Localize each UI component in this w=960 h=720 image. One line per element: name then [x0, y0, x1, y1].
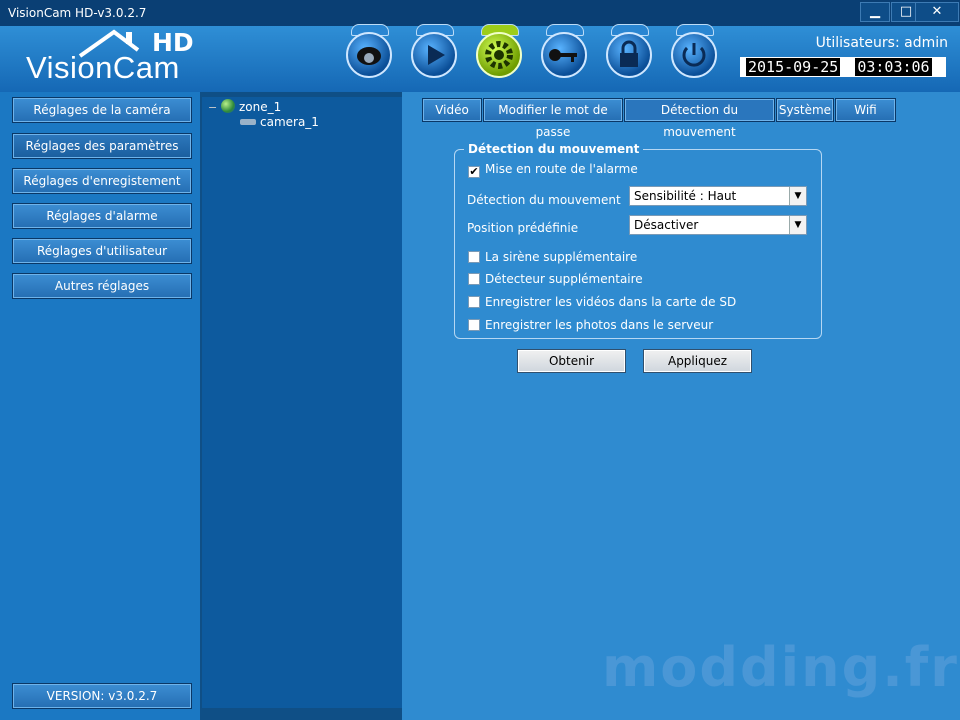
- tab-motion-detection[interactable]: Détection du mouvement: [624, 98, 775, 139]
- zone-label: zone_1: [239, 100, 282, 114]
- sidebar-item-user[interactable]: Réglages d'utilisateur: [12, 238, 192, 264]
- key-icon[interactable]: [537, 24, 591, 82]
- tab-video[interactable]: Vidéo: [422, 98, 482, 122]
- tree-camera[interactable]: camera_1: [240, 115, 319, 129]
- siren-label: La sirène supplémentaire: [485, 250, 638, 264]
- tab-password[interactable]: Modifier le mot de passe: [483, 98, 623, 139]
- close-button[interactable]: ✕: [915, 2, 959, 22]
- sensitivity-select[interactable]: Sensibilité : Haut ▼: [629, 186, 807, 206]
- apply-button[interactable]: Appliquez: [643, 349, 752, 373]
- sd-video-label: Enregistrer les vidéos dans la carte de …: [485, 295, 737, 309]
- tab-wifi[interactable]: Wifi: [835, 98, 896, 122]
- detector-checkbox[interactable]: [468, 273, 480, 285]
- lock-icon[interactable]: [602, 24, 656, 82]
- server-photo-checkbox[interactable]: [468, 319, 480, 331]
- detector-label: Détecteur supplémentaire: [485, 272, 643, 286]
- camera-small-icon: [240, 119, 256, 125]
- chevron-down-icon[interactable]: ▼: [789, 187, 806, 205]
- chevron-down-icon[interactable]: ▼: [789, 216, 806, 234]
- title-bar: VisionCam HD-v3.0.2.7 ▁ □ ✕: [0, 0, 960, 27]
- detection-label: Détection du mouvement: [467, 193, 621, 207]
- tab-system[interactable]: Système: [776, 98, 834, 122]
- camera-icon[interactable]: [342, 24, 396, 82]
- watermark: modding.fr: [602, 636, 959, 699]
- detector-row[interactable]: Détecteur supplémentaire: [468, 272, 643, 286]
- sidebar-item-other[interactable]: Autres réglages: [12, 273, 192, 299]
- sd-video-row[interactable]: Enregistrer les vidéos dans la carte de …: [468, 295, 736, 309]
- date-value: 2015-09-25: [746, 58, 841, 76]
- window-title: VisionCam HD-v3.0.2.7: [8, 6, 147, 20]
- enable-alarm-checkbox[interactable]: ✔: [468, 166, 480, 178]
- gear-icon[interactable]: [472, 24, 526, 82]
- logo: VisionCam HD: [26, 28, 206, 86]
- globe-icon: [221, 99, 235, 113]
- play-icon[interactable]: [407, 24, 461, 82]
- siren-checkbox[interactable]: [468, 251, 480, 263]
- user-label: Utilisateurs: admin: [815, 35, 948, 51]
- siren-row[interactable]: La sirène supplémentaire: [468, 250, 637, 264]
- camera-label: camera_1: [260, 115, 319, 129]
- tree-zone[interactable]: − zone_1: [208, 99, 281, 114]
- preset-select[interactable]: Désactiver ▼: [629, 215, 807, 235]
- enable-alarm-label: Mise en route de l'alarme: [485, 162, 638, 176]
- server-photo-label: Enregistrer les photos dans le serveur: [485, 318, 714, 332]
- sidebar-item-parameters[interactable]: Réglages des paramètres: [12, 133, 192, 159]
- sidebar-item-camera[interactable]: Réglages de la caméra: [12, 97, 192, 123]
- power-icon[interactable]: [667, 24, 721, 82]
- server-photo-row[interactable]: Enregistrer les photos dans le serveur: [468, 318, 713, 332]
- datetime-display: 2015-09-25 03:03:06: [740, 57, 946, 77]
- minimize-button[interactable]: ▁: [860, 2, 890, 22]
- sensitivity-value: Sensibilité : Haut: [634, 189, 737, 203]
- collapse-icon[interactable]: −: [208, 101, 218, 114]
- sd-video-checkbox[interactable]: [468, 296, 480, 308]
- preset-value: Désactiver: [634, 218, 699, 232]
- header: VisionCam HD Utilisateurs: admin 2015-09…: [0, 24, 960, 92]
- version-label: VERSION: v3.0.2.7: [12, 683, 192, 709]
- device-tree: − zone_1 camera_1: [202, 97, 402, 708]
- enable-alarm-row[interactable]: ✔ Mise en route de l'alarme: [468, 162, 638, 178]
- time-value: 03:03:06: [855, 58, 932, 76]
- logo-hd: HD: [152, 28, 194, 57]
- preset-label: Position prédéfinie: [467, 221, 579, 235]
- motion-panel-title: Détection du mouvement: [464, 142, 644, 156]
- get-button[interactable]: Obtenir: [517, 349, 626, 373]
- sidebar-item-alarm[interactable]: Réglages d'alarme: [12, 203, 192, 229]
- sidebar-item-recording[interactable]: Réglages d'enregistement: [12, 168, 192, 194]
